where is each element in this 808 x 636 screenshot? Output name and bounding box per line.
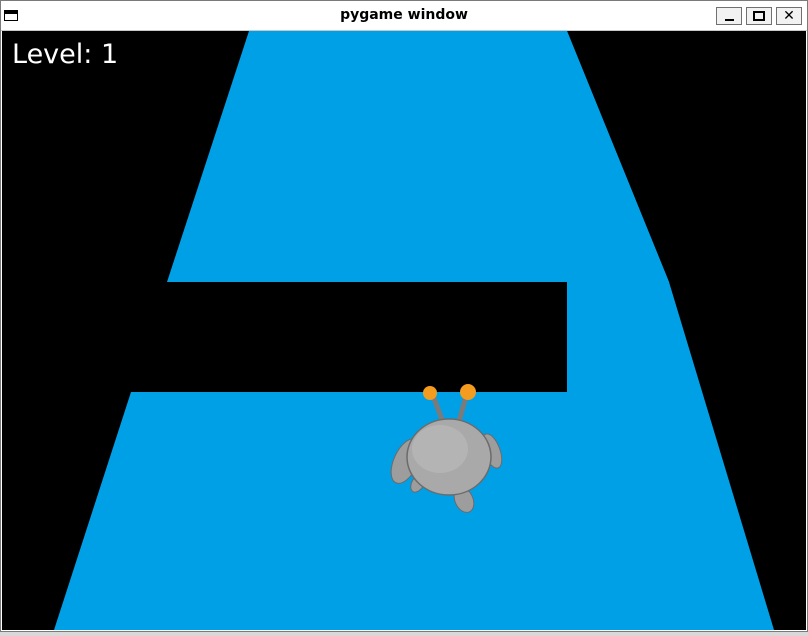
close-button[interactable]: ✕	[776, 7, 802, 25]
game-canvas[interactable]: Level: 1	[2, 31, 806, 630]
pygame-window: pygame window ✕ Level: 1	[0, 0, 808, 632]
game-scene	[54, 31, 774, 630]
maximize-button[interactable]	[746, 7, 772, 25]
title-bar[interactable]: pygame window ✕	[1, 1, 807, 31]
minimize-button[interactable]	[716, 7, 742, 25]
level-indicator: Level: 1	[12, 39, 119, 70]
antenna-tip-left	[423, 386, 437, 400]
maximize-icon	[753, 11, 765, 21]
antenna-tip-right	[460, 384, 476, 400]
bug-body-shade	[412, 425, 468, 473]
window-title: pygame window	[340, 7, 468, 23]
close-icon: ✕	[783, 8, 795, 24]
track-right-wall	[567, 31, 669, 282]
minimize-icon	[725, 19, 734, 21]
